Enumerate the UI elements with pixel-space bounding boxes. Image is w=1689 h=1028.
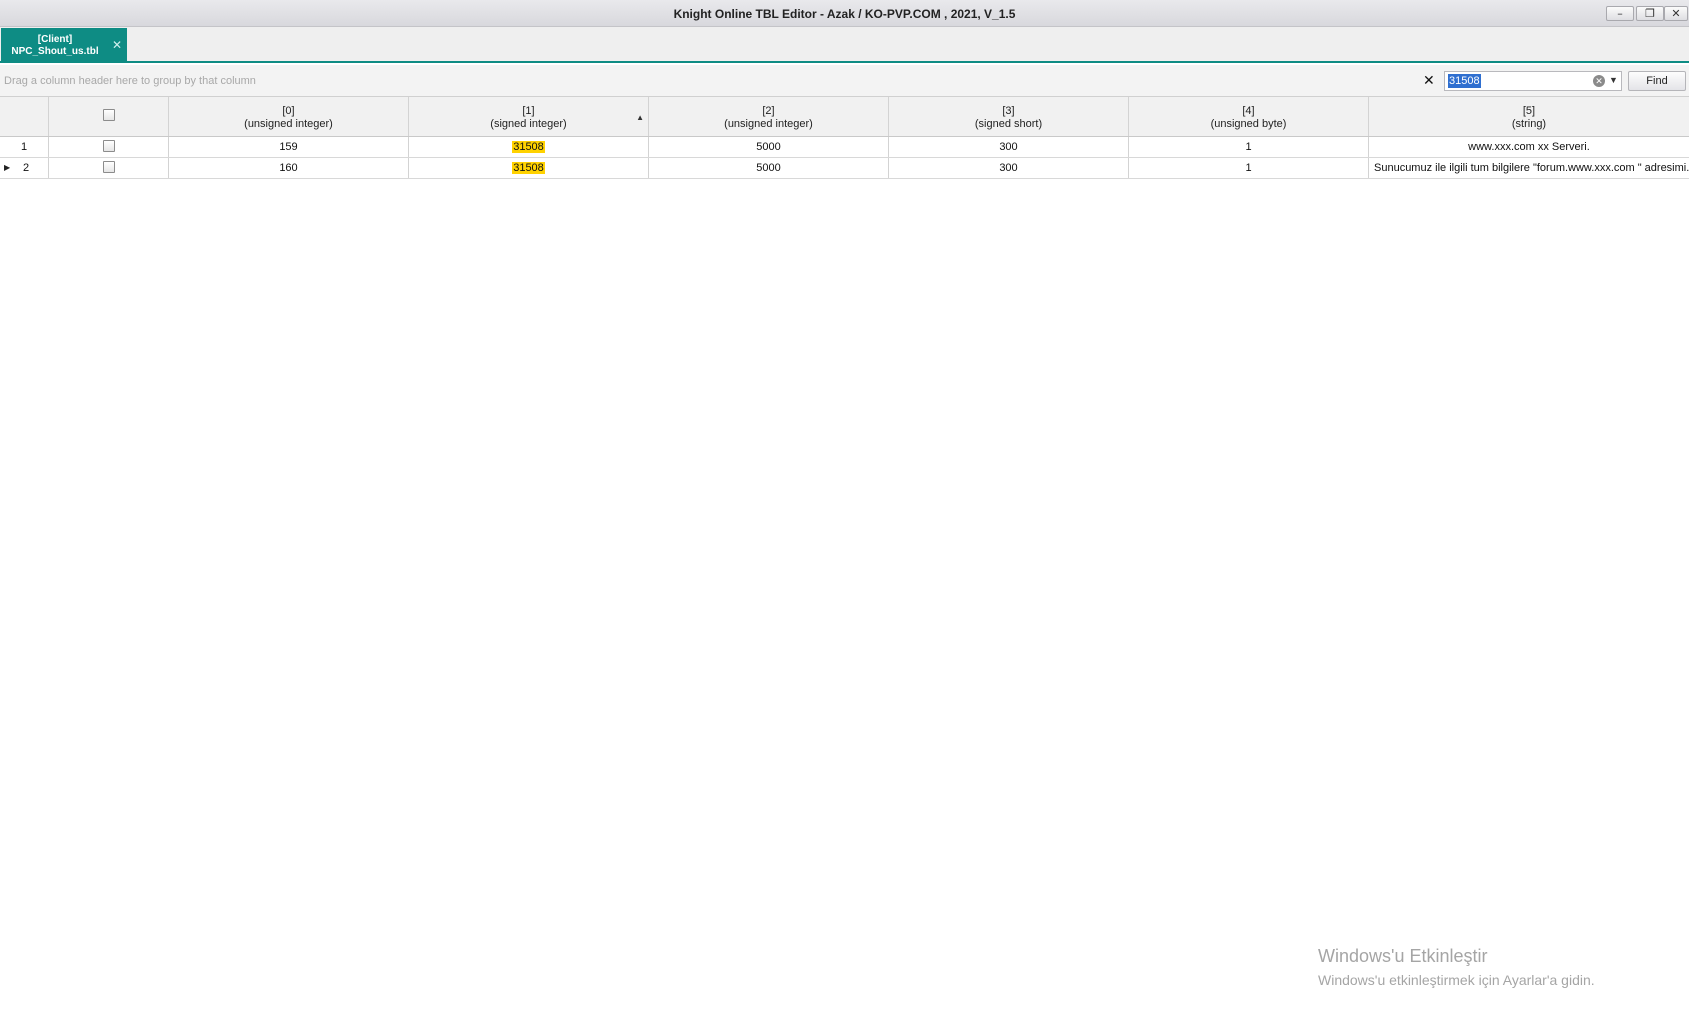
cell-col0[interactable]: 159 <box>169 137 409 157</box>
document-tab-strip: [Client] NPC_Shout_us.tbl ✕ <box>0 27 1689 63</box>
document-tab-source: [Client] <box>37 34 73 45</box>
group-panel-hint: Drag a column header here to group by th… <box>4 75 256 87</box>
select-all-column <box>49 97 169 136</box>
column-header-5[interactable]: [5] (string) <box>1369 97 1689 136</box>
find-button[interactable]: Find <box>1628 71 1686 91</box>
document-tab[interactable]: [Client] NPC_Shout_us.tbl ✕ <box>1 28 127 63</box>
document-tab-filename: NPC_Shout_us.tbl <box>11 46 99 57</box>
row-checkbox[interactable] <box>102 140 115 152</box>
row-number: 2 <box>23 162 30 174</box>
activation-watermark-title: Windows'u Etkinleştir <box>1318 946 1488 966</box>
cell-col4[interactable]: 1 <box>1129 137 1369 157</box>
close-window-button[interactable]: ✕ <box>1664 6 1688 21</box>
chevron-down-icon[interactable]: ▼ <box>1609 75 1618 85</box>
cell-col2[interactable]: 5000 <box>649 158 889 178</box>
cell-col1[interactable]: 31508 <box>409 158 649 178</box>
clear-search-icon[interactable]: ✕ <box>1593 75 1605 87</box>
select-all-checkbox[interactable] <box>102 109 115 121</box>
row-select-cell <box>49 137 169 157</box>
cell-col1[interactable]: 31508 <box>409 137 649 157</box>
row-number-header <box>0 97 49 136</box>
search-highlight: 31508 <box>512 162 545 174</box>
row-number: 1 <box>0 137 49 157</box>
column-header-2[interactable]: [2] (unsigned integer) <box>649 97 889 136</box>
cell-col0[interactable]: 160 <box>169 158 409 178</box>
column-header-3[interactable]: [3] (signed short) <box>889 97 1129 136</box>
current-row-indicator-icon: ▶ <box>4 163 11 172</box>
tab-close-icon[interactable]: ✕ <box>112 38 122 52</box>
row-select-cell <box>49 158 169 178</box>
column-header-0[interactable]: [0] (unsigned integer) <box>169 97 409 136</box>
sort-ascending-icon: ▲ <box>636 113 644 122</box>
restore-button[interactable]: ❐ <box>1636 6 1664 21</box>
table-row[interactable]: 1 159 31508 5000 300 1 www.xxx.com xx Se… <box>0 137 1689 158</box>
cell-col3[interactable]: 300 <box>889 137 1129 157</box>
row-checkbox[interactable] <box>102 161 115 173</box>
activation-watermark-subtitle: Windows'u etkinleştirmek için Ayarlar'a … <box>1318 972 1595 988</box>
find-box[interactable]: 31508 ✕ ▼ <box>1444 71 1622 91</box>
cell-col5[interactable]: Sunucumuz ile ilgili tum bilgilere "foru… <box>1369 158 1689 178</box>
column-header-4[interactable]: [4] (unsigned byte) <box>1129 97 1369 136</box>
cell-col3[interactable]: 300 <box>889 158 1129 178</box>
find-panel-close-icon[interactable]: ✕ <box>1423 72 1435 89</box>
cell-col4[interactable]: 1 <box>1129 158 1369 178</box>
search-highlight: 31508 <box>512 141 545 153</box>
cell-col2[interactable]: 5000 <box>649 137 889 157</box>
table-row[interactable]: ▶ 2 160 31508 5000 300 1 Sunucumuz ile i… <box>0 158 1689 179</box>
cell-col5[interactable]: www.xxx.com xx Serveri. <box>1369 137 1689 157</box>
find-input[interactable]: 31508 <box>1448 74 1481 88</box>
window-title: Knight Online TBL Editor - Azak / KO-PVP… <box>673 7 1016 21</box>
group-panel: Drag a column header here to group by th… <box>0 65 1689 97</box>
title-bar: Knight Online TBL Editor - Azak / KO-PVP… <box>0 0 1689 27</box>
grid-header-row: [0] (unsigned integer) [1] (signed integ… <box>0 97 1689 137</box>
row-number-cell: ▶ 2 <box>0 158 49 178</box>
minimize-button[interactable]: – <box>1606 6 1634 21</box>
column-header-1[interactable]: [1] (signed integer) ▲ <box>409 97 649 136</box>
